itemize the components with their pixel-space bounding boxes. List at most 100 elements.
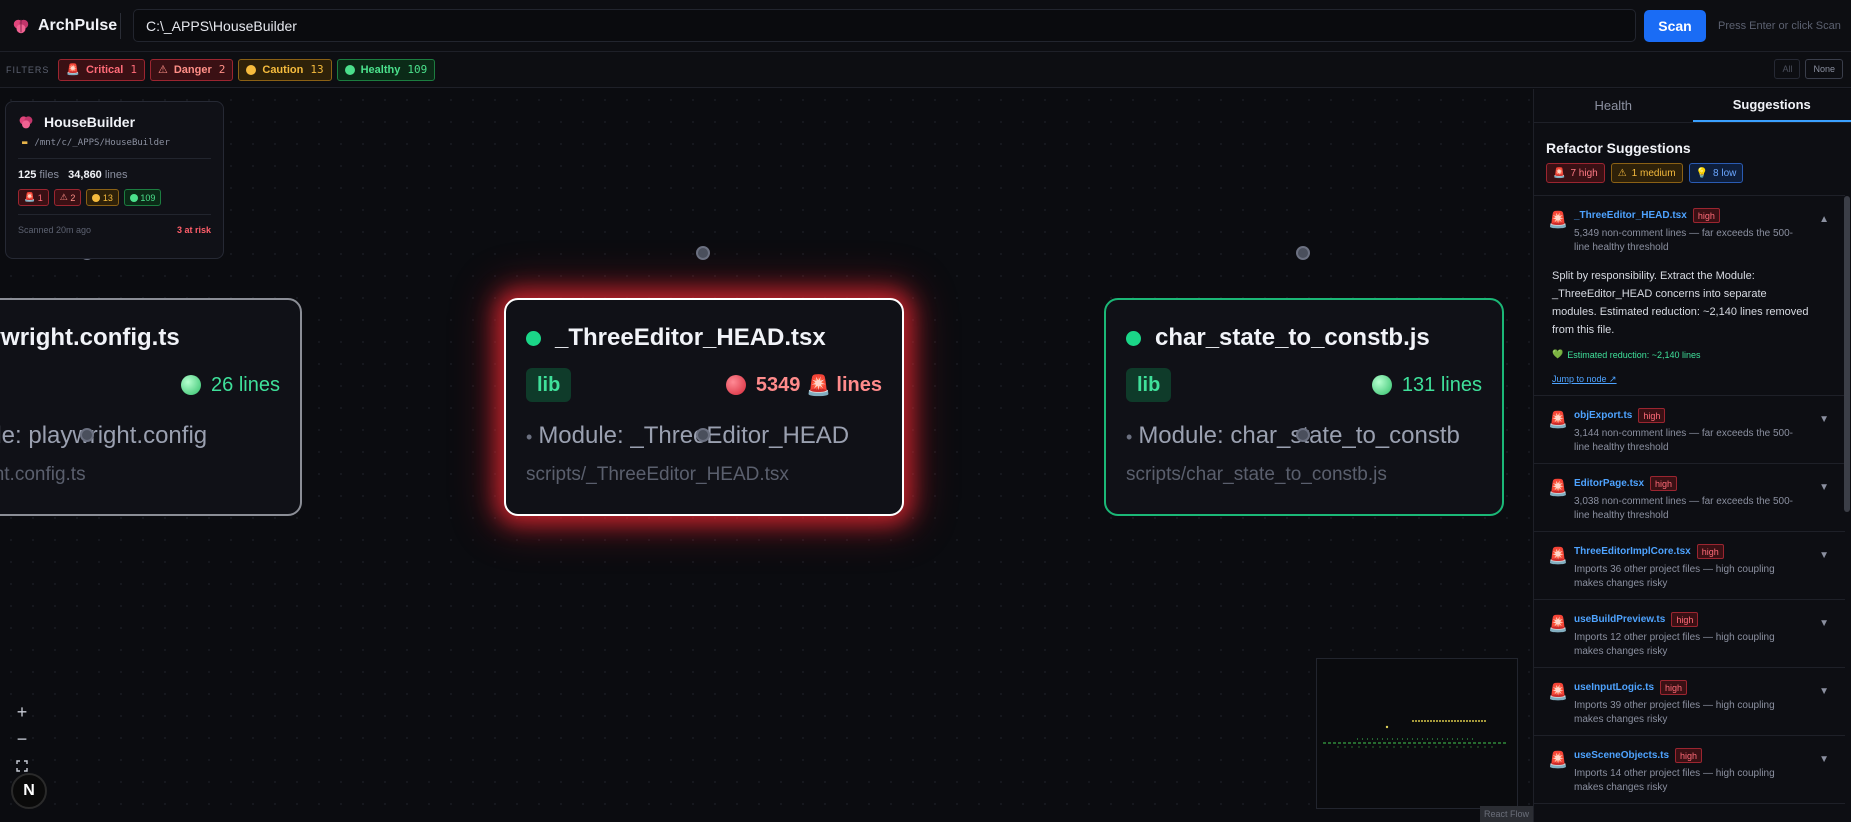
warning-icon: ⚠: [59, 192, 68, 202]
node-handle-bottom[interactable]: [696, 428, 710, 442]
chip-label: Danger: [173, 63, 212, 76]
panel-title: Refactor Suggestions: [1546, 140, 1691, 156]
medium-count-badge[interactable]: ⚠ 1 medium: [1610, 163, 1683, 183]
chip-count: 1: [130, 63, 137, 76]
filter-caution-chip[interactable]: Caution 13: [238, 58, 332, 81]
suggestion-item[interactable]: 🚨 useSceneObjects.ts high Imports 14 oth…: [1534, 736, 1845, 804]
minimap[interactable]: [1316, 658, 1518, 809]
severity-tag: high: [1696, 544, 1724, 559]
severity-summary: 🚨 7 high ⚠ 1 medium 💡 8 low: [1546, 163, 1851, 183]
filter-none-button[interactable]: None: [1805, 59, 1843, 79]
chevron-down-icon[interactable]: ▼: [1819, 754, 1829, 765]
suggestion-desc: Imports 14 other project files — high co…: [1574, 768, 1775, 793]
header-divider: [120, 12, 121, 39]
suggestion-file[interactable]: useSceneObjects.ts: [1574, 750, 1669, 761]
graph-canvas[interactable]: playwright.config.ts lib 26 lines •Modul…: [0, 89, 1533, 822]
node-header: _ThreeEditor_HEAD.tsx: [526, 324, 882, 352]
chevron-down-icon[interactable]: ▼: [1819, 686, 1829, 697]
project-stats: 125 files 34,860 lines: [18, 169, 211, 181]
project-summary-card: HouseBuilder ▬ /mnt/c/_APPS/HouseBuilder…: [5, 101, 224, 259]
scanned-time: Scanned 20m ago: [18, 225, 92, 235]
node-handle-bottom[interactable]: [80, 428, 94, 442]
tab-suggestions[interactable]: Suggestions: [1692, 89, 1851, 122]
suggestion-header: useBuildPreview.ts high: [1574, 612, 1833, 627]
suggestion-detail: Split by responsibility. Extract the Mod…: [1552, 270, 1809, 336]
filter-danger-chip[interactable]: ⚠ Danger 2: [149, 58, 234, 81]
graph-node-playwright[interactable]: playwright.config.ts lib 26 lines •Modul…: [0, 298, 302, 516]
react-flow-attribution[interactable]: React Flow: [1480, 806, 1533, 822]
tab-health[interactable]: Health: [1534, 89, 1693, 122]
node-file: playwright.config.ts: [0, 464, 86, 485]
suggestion-item[interactable]: 🚨 objExport.ts high 3,144 non-comment li…: [1534, 396, 1845, 464]
chevron-down-icon[interactable]: ▼: [1819, 482, 1829, 493]
healthy-ball-icon: [1371, 375, 1392, 395]
zoom-out-button[interactable]: −: [10, 727, 34, 751]
node-module-text: Module: _ThreeEditor_HEAD: [538, 422, 850, 449]
chip-count: 13: [310, 63, 324, 76]
chevron-down-icon[interactable]: ▼: [1819, 550, 1829, 561]
critical-badge: 🚨 1: [18, 189, 49, 206]
node-lines-unit: lines: [836, 373, 882, 396]
suggestion-item[interactable]: 🚨 useBuildPreview.ts high Imports 12 oth…: [1534, 600, 1845, 668]
node-handle-bottom[interactable]: [1296, 428, 1310, 442]
fit-view-icon: [16, 760, 28, 772]
caution-count: 13: [102, 192, 113, 203]
suggestion-item[interactable]: 🚨 _ThreeEditor_HEAD.tsx high 5,349 non-c…: [1534, 196, 1845, 396]
side-panel: Health Suggestions Refactor Suggestions …: [1533, 89, 1851, 822]
suggestion-file[interactable]: EditorPage.tsx: [1574, 478, 1644, 489]
suggestion-item[interactable]: 🚨 EditorPage.tsx high 3,038 non-comment …: [1534, 464, 1845, 532]
green-dot-icon: [344, 64, 355, 75]
high-count-badge[interactable]: 🚨 7 high: [1546, 163, 1605, 183]
node-meta: lib 131 lines: [1126, 368, 1482, 402]
suggestion-file[interactable]: ThreeEditorImplCore.tsx: [1574, 546, 1691, 557]
suggestion-item[interactable]: 🚨 ThreeEditorImplCore.tsx high Imports 3…: [1534, 532, 1845, 600]
healthy-badge: 109: [123, 189, 162, 206]
siren-icon: 🚨: [1548, 212, 1568, 229]
node-lines-unit: lines: [1440, 373, 1482, 396]
suggestion-file[interactable]: objExport.ts: [1574, 410, 1632, 421]
medium-count: 1 medium: [1631, 167, 1676, 179]
node-handle-top[interactable]: [1296, 246, 1310, 260]
node-lines: 26 lines: [181, 374, 280, 397]
siren-icon: 🚨: [66, 64, 81, 76]
suggestion-file[interactable]: _ThreeEditor_HEAD.tsx: [1574, 210, 1687, 221]
suggestion-file[interactable]: useBuildPreview.ts: [1574, 614, 1665, 625]
scan-button[interactable]: Scan: [1644, 9, 1706, 42]
node-handle-top[interactable]: [696, 246, 710, 260]
node-header: char_state_to_constb.js: [1126, 324, 1482, 352]
filter-healthy-chip[interactable]: Healthy 109: [336, 58, 436, 81]
minimap-graph: [1323, 720, 1507, 748]
chevron-down-icon[interactable]: ▼: [1819, 618, 1829, 629]
siren-icon: 🚨: [1548, 684, 1568, 701]
status-dot-icon: [1126, 330, 1141, 346]
estimate-text: Estimated reduction: ~2,140 lines: [1567, 349, 1701, 360]
panel-scrollbar[interactable]: [1844, 196, 1850, 512]
suggestion-desc: Imports 12 other project files — high co…: [1574, 632, 1775, 657]
suggestion-list[interactable]: 🚨 _ThreeEditor_HEAD.tsx high 5,349 non-c…: [1534, 195, 1845, 822]
jump-to-node-link[interactable]: Jump to node ↗: [1552, 374, 1833, 385]
siren-icon: 🚨: [1548, 752, 1568, 769]
zoom-in-button[interactable]: +: [10, 700, 34, 724]
card-divider: [18, 214, 211, 215]
framework-logo[interactable]: N: [11, 773, 47, 809]
suggestion-file[interactable]: useInputLogic.ts: [1574, 682, 1654, 693]
low-count-badge[interactable]: 💡 8 low: [1688, 163, 1744, 183]
path-input[interactable]: C:\_APPS\HouseBuilder: [133, 9, 1636, 42]
suggestion-item[interactable]: 🚨 useInputLogic.ts high Imports 39 other…: [1534, 668, 1845, 736]
chevron-down-icon[interactable]: ▼: [1819, 414, 1829, 425]
node-title: _ThreeEditor_HEAD.tsx: [555, 324, 826, 351]
at-risk-count: 3 at risk: [176, 225, 211, 235]
chevron-up-icon[interactable]: ▲: [1819, 214, 1829, 225]
siren-icon: 🚨: [1548, 616, 1568, 633]
graph-node-charstate[interactable]: char_state_to_constb.js lib 131 lines • M…: [1104, 298, 1504, 516]
graph-node-threeeditor[interactable]: _ThreeEditor_HEAD.tsx lib 5349 🚨 lines •…: [504, 298, 904, 516]
node-line-count: 5349: [755, 373, 801, 396]
suggestion-desc: 3,038 non-comment lines — far exceeds th…: [1574, 496, 1794, 521]
filter-critical-chip[interactable]: 🚨 Critical 1: [58, 58, 145, 81]
folder-icon: ▬: [22, 138, 28, 148]
filter-all-button[interactable]: All: [1774, 59, 1801, 79]
suggestion-desc: Imports 36 other project files — high co…: [1574, 564, 1775, 589]
zoom-controls: + −: [10, 700, 34, 781]
chip-label: Caution: [262, 63, 304, 76]
project-badges: 🚨 1 ⚠ 2 13 109: [18, 189, 211, 206]
